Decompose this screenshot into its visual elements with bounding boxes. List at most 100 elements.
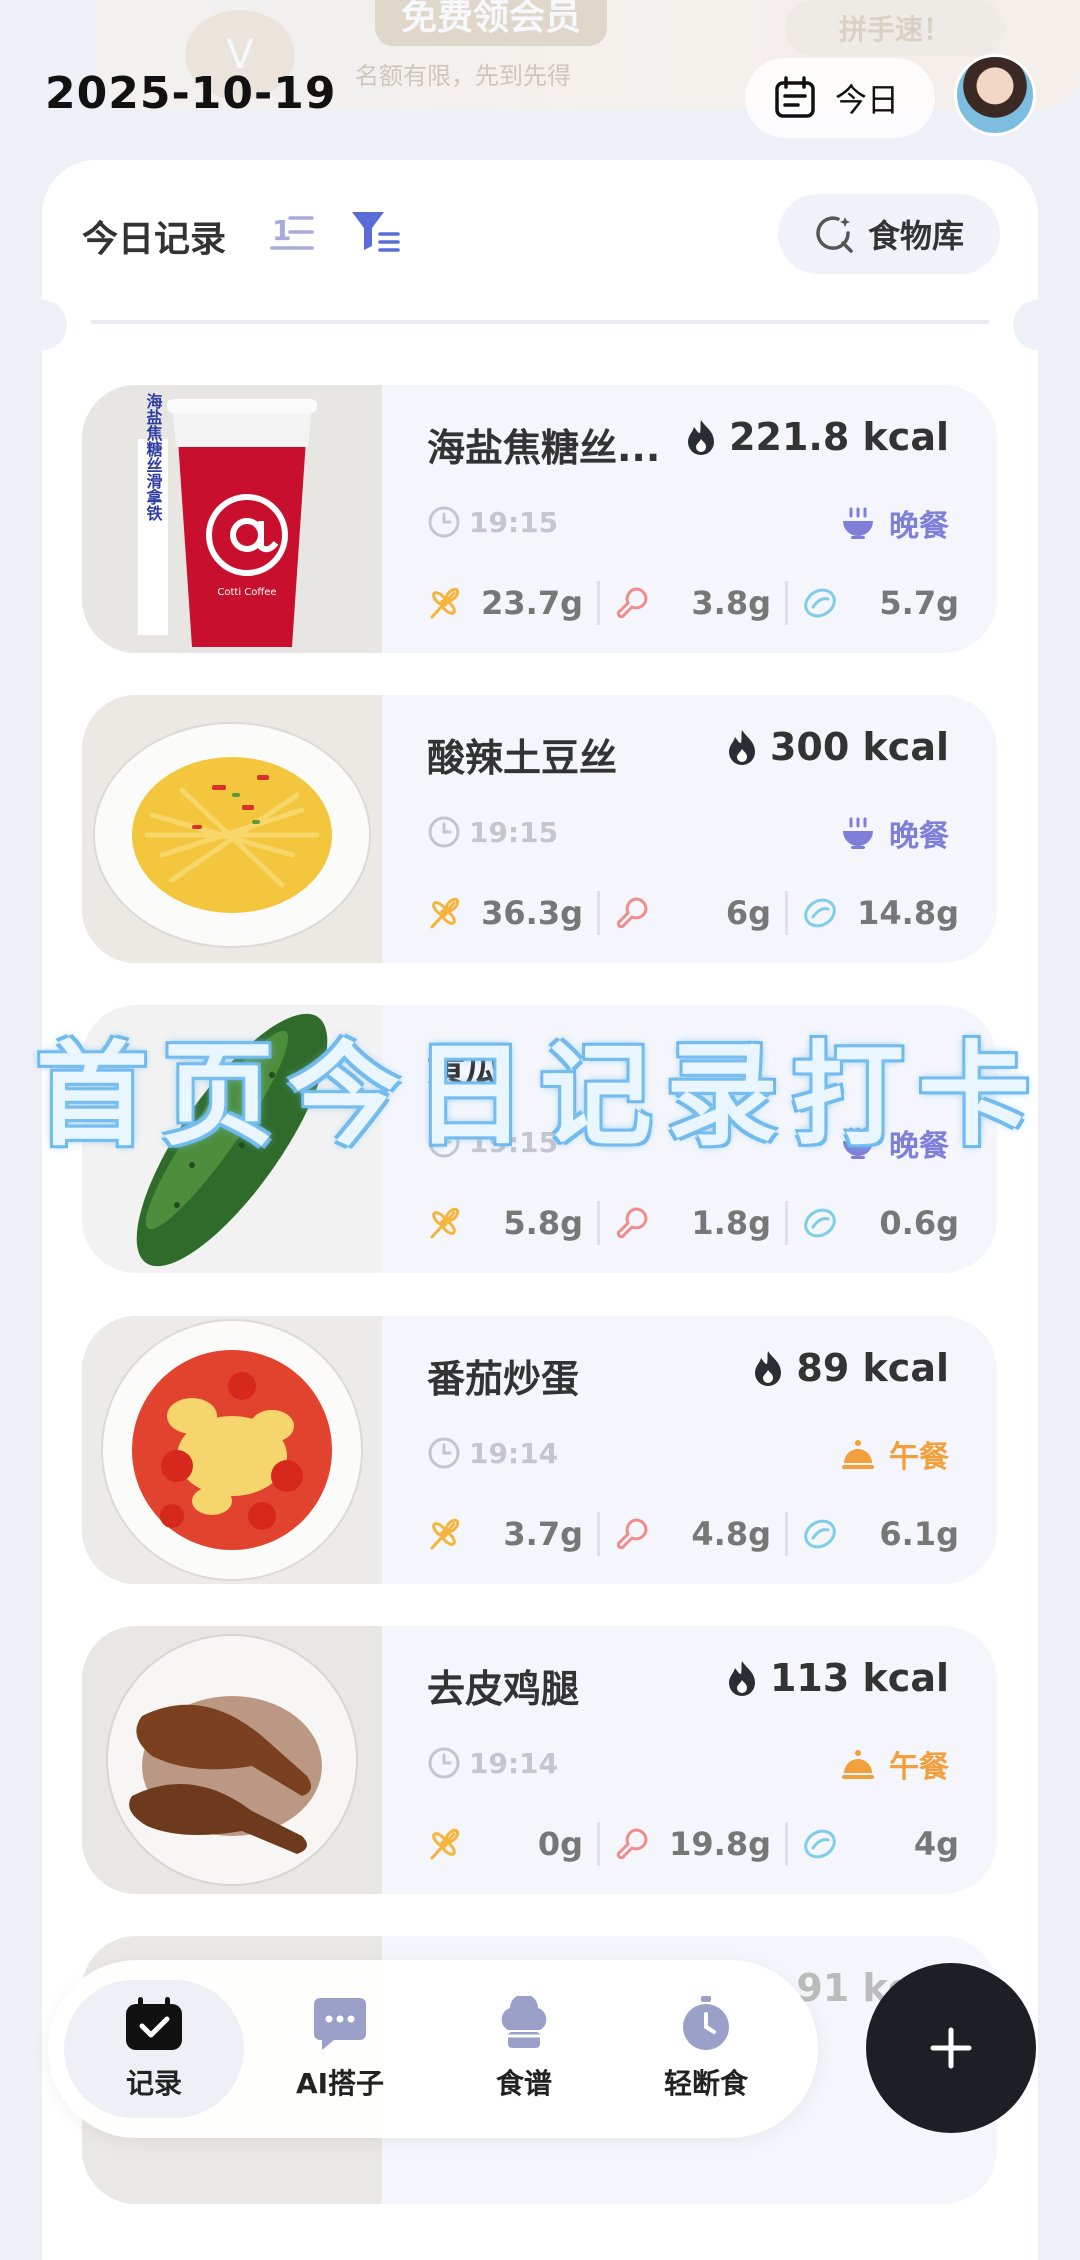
current-date: 2025-10-19 — [45, 68, 337, 119]
nav-fasting[interactable]: 轻断食 — [616, 1980, 796, 2118]
calorie-value: 113 kcal — [722, 1656, 949, 1700]
record-time: 19:15 — [427, 505, 558, 539]
protein-macro: 6g — [600, 894, 785, 932]
protein-macro: 3.8g — [600, 584, 785, 622]
flame-icon — [688, 420, 715, 455]
macro-row: 23.7g 3.8g 5.7g — [412, 577, 973, 629]
macro-row: 5.8g 1.8g 0.6g — [412, 1197, 973, 1249]
oil-drop-icon — [804, 1208, 836, 1238]
record-time: 19:14 — [427, 1746, 558, 1780]
cup-brand-text: Cotti Coffee — [217, 587, 276, 598]
fat-macro: 0.6g — [788, 1204, 973, 1242]
meal-type: 晚餐 — [841, 811, 949, 855]
carbs-macro: 3.7g — [412, 1515, 597, 1553]
fat-macro: 6.1g — [788, 1515, 973, 1553]
food-photo — [82, 1316, 382, 1584]
flame-icon — [728, 1661, 755, 1696]
food-record-item[interactable]: 酸辣土豆丝 300 kcal 19:15 晚餐 36.3g 6g 14.8g — [82, 695, 997, 963]
plus-icon — [930, 2027, 972, 2069]
calendar-check-icon — [126, 1997, 182, 2050]
protein-macro: 4.8g — [600, 1515, 785, 1553]
protein-value: 6g — [725, 894, 771, 932]
wheat-icon — [430, 1207, 460, 1239]
carbs-value: 0g — [537, 1825, 583, 1863]
food-library-button[interactable]: 食物库 — [778, 194, 1000, 274]
record-time: 19:15 — [427, 815, 558, 849]
carbs-macro: 0g — [412, 1825, 597, 1863]
tomato-egg-illustration — [82, 1316, 382, 1584]
bowl-icon — [843, 817, 873, 849]
food-record-item[interactable]: 去皮鸡腿 113 kcal 19:14 午餐 0g 19.8g 4g — [82, 1626, 997, 1894]
carbs-macro: 5.8g — [412, 1204, 597, 1242]
food-library-label: 食物库 — [867, 217, 964, 255]
nav-ai[interactable]: AI搭子 — [250, 1980, 430, 2118]
nav-record[interactable]: 记录 — [64, 1980, 244, 2118]
flame-icon — [755, 1351, 782, 1386]
macro-row: 3.7g 4.8g 6.1g — [412, 1508, 973, 1560]
flame-icon — [728, 730, 755, 765]
today-label: 今日 — [835, 81, 900, 119]
nav-fasting-label: 轻断食 — [663, 2067, 748, 2100]
meal-label: 午餐 — [889, 1750, 949, 1785]
promo-button[interactable]: 拼手速！ — [785, 0, 1005, 56]
protein-value: 19.8g — [669, 1825, 771, 1863]
oil-drop-icon — [804, 898, 836, 928]
macro-row: 0g 19.8g 4g — [412, 1818, 973, 1870]
time-text: 19:15 — [469, 505, 559, 539]
fat-value: 14.8g — [857, 894, 959, 932]
time-text: 19:15 — [469, 815, 559, 849]
protein-value: 3.8g — [691, 584, 771, 622]
food-photo — [82, 1626, 382, 1894]
meal-type: 晚餐 — [841, 501, 949, 545]
chef-hat-icon — [501, 1996, 547, 2048]
clock-icon — [428, 1437, 460, 1469]
clock-icon — [428, 1747, 460, 1779]
fat-macro: 4g — [788, 1825, 973, 1863]
food-name: 去皮鸡腿 — [427, 1667, 580, 1711]
header-divider — [91, 320, 989, 324]
carbs-macro: 36.3g — [412, 894, 597, 932]
dish-cover-icon — [842, 1750, 874, 1779]
food-photo: Cotti Coffee 海盐焦糖丝滑拿铁 — [82, 385, 382, 653]
add-record-button[interactable] — [866, 1963, 1036, 2133]
food-name: 番茄炒蛋 — [427, 1357, 580, 1401]
time-text: 19:14 — [469, 1746, 559, 1780]
bottom-nav: 记录 AI搭子 食谱 轻断食 — [48, 1960, 818, 2138]
food-record-item[interactable]: 番茄炒蛋 89 kcal 19:14 午餐 3.7g 4.8g 6.1g — [82, 1316, 997, 1584]
food-photo — [82, 695, 382, 963]
carbs-macro: 23.7g — [412, 584, 597, 622]
calorie-value: 300 kcal — [722, 725, 949, 769]
filter-icon[interactable] — [350, 208, 400, 254]
meal-label: 晚餐 — [889, 509, 949, 544]
bowl-icon — [843, 507, 873, 539]
chicken-leg-illustration — [82, 1626, 382, 1894]
sort-order-icon[interactable]: 1 — [270, 210, 314, 254]
carbs-value: 5.8g — [503, 1204, 583, 1242]
nav-record-label: 记录 — [125, 2067, 182, 2100]
search-icon — [816, 216, 853, 253]
calorie-text: 300 kcal — [769, 725, 949, 769]
food-record-item[interactable]: Cotti Coffee 海盐焦糖丝滑拿铁 海盐焦糖丝... 221.8 kca… — [82, 385, 997, 653]
meal-type: 午餐 — [841, 1432, 949, 1476]
food-name: 海盐焦糖丝... — [427, 426, 661, 470]
stopwatch-icon — [683, 1996, 729, 2050]
macro-row: 36.3g 6g 14.8g — [412, 887, 973, 939]
nav-ai-label: AI搭子 — [295, 2067, 385, 2100]
clock-icon — [428, 816, 460, 848]
calorie-text: 113 kcal — [769, 1656, 949, 1700]
oil-drop-icon — [804, 1829, 836, 1859]
avatar[interactable] — [954, 54, 1036, 136]
fat-value: 0.6g — [879, 1204, 959, 1242]
calendar-icon — [775, 76, 815, 118]
meal-label: 晚餐 — [889, 819, 949, 854]
protein-value: 4.8g — [691, 1515, 771, 1553]
today-button[interactable]: 今日 — [745, 58, 935, 138]
records-title: 今日记录 — [82, 219, 227, 260]
food-name: 酸辣土豆丝 — [427, 736, 618, 780]
carbs-value: 3.7g — [503, 1515, 583, 1553]
nav-recipe-label: 食谱 — [495, 2067, 552, 2100]
fat-macro: 14.8g — [788, 894, 973, 932]
oil-drop-icon — [804, 1519, 836, 1549]
nav-recipe[interactable]: 食谱 — [434, 1980, 614, 2118]
record-time: 19:14 — [427, 1436, 558, 1470]
